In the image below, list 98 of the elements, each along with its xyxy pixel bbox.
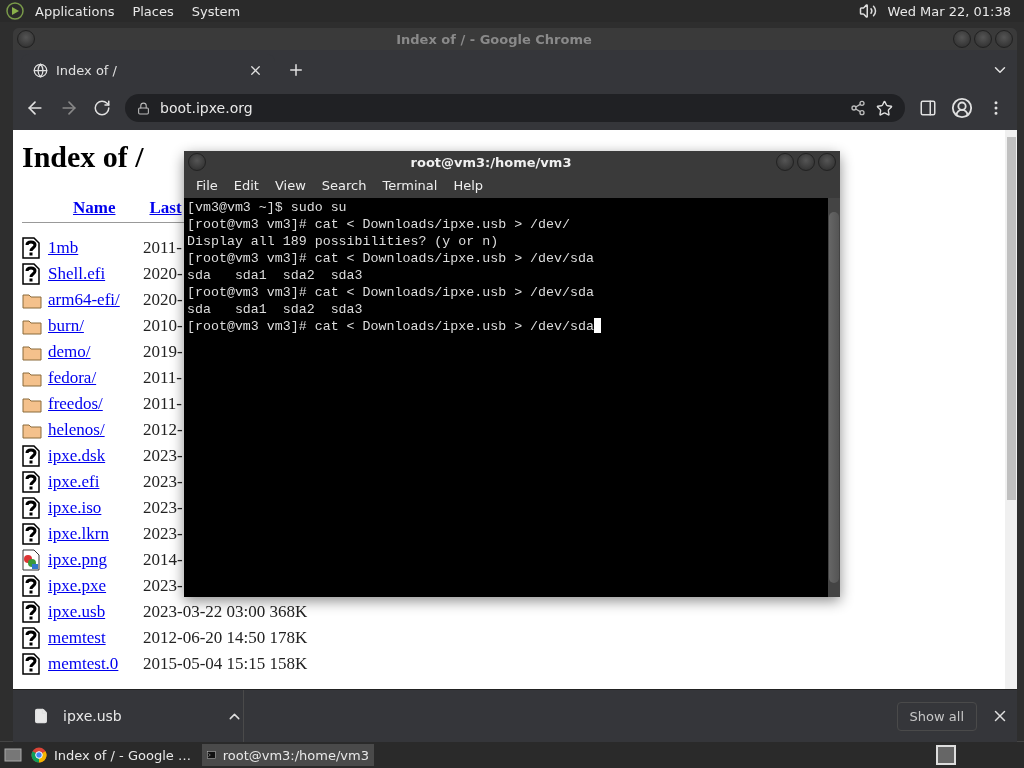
folder-icon	[22, 343, 42, 361]
window-title: root@vm3:/home/vm3	[409, 154, 573, 170]
unknown-file-icon	[22, 471, 40, 493]
terminal-menu[interactable]: Search	[315, 178, 373, 193]
folder-icon	[22, 369, 42, 387]
unknown-file-icon	[22, 237, 40, 259]
file-link[interactable]: helenos/	[48, 420, 105, 439]
file-details: 2019-	[143, 342, 183, 362]
panel-menu[interactable]: Places	[125, 3, 181, 19]
file-details: 2011-	[143, 394, 183, 414]
file-link[interactable]: ipxe.usb	[48, 602, 106, 621]
file-details: 2023-03-22 03:00 368K	[143, 602, 308, 622]
file-details: 2015-05-04 15:15 158K	[143, 654, 308, 674]
file-link[interactable]: ipxe.png	[48, 550, 108, 569]
file-details: 2020-	[143, 264, 183, 284]
file-details: 2014-	[143, 550, 183, 570]
lock-icon	[137, 101, 150, 115]
file-details: 2011-	[143, 238, 183, 258]
terminal-icon	[207, 748, 216, 762]
file-details: 2023-	[143, 524, 183, 544]
file-link[interactable]: memtest.0	[48, 654, 119, 673]
file-link[interactable]: 1mb	[48, 238, 79, 257]
file-link[interactable]: burn/	[48, 316, 84, 335]
terminal-line: [root@vm3 vm3]# cat < Downloads/ipxe.usb > /dev/sda	[187, 285, 594, 300]
star-icon[interactable]	[876, 99, 893, 117]
file-link[interactable]: memtest	[48, 628, 106, 647]
file-link[interactable]: demo/	[48, 342, 91, 361]
file-details: 2023-	[143, 472, 183, 492]
file-link[interactable]: freedos/	[48, 394, 103, 413]
new-tab-icon[interactable]	[287, 61, 305, 79]
globe-icon	[33, 62, 48, 78]
panel-menu[interactable]: System	[184, 3, 248, 19]
folder-icon	[22, 421, 42, 439]
unknown-file-icon	[22, 523, 40, 545]
file-icon	[33, 708, 49, 724]
image-file-icon	[22, 549, 40, 571]
file-link[interactable]: fedora/	[48, 368, 97, 387]
file-details: 2012-	[143, 420, 183, 440]
desktop-icon[interactable]	[4, 747, 22, 763]
share-icon[interactable]	[850, 100, 866, 116]
url-text: boot.ipxe.org	[160, 100, 254, 116]
side-panel-icon[interactable]	[919, 99, 937, 117]
reload-icon[interactable]	[93, 99, 111, 117]
file-details: 2023-	[143, 576, 183, 596]
file-details: 2020-	[143, 290, 183, 310]
file-link[interactable]: ipxe.iso	[48, 498, 102, 517]
show-all-button[interactable]: Show all	[896, 701, 977, 731]
file-details: 2010-	[143, 316, 183, 336]
terminal-menu[interactable]: File	[190, 178, 224, 193]
file-details: 2023-	[143, 446, 183, 466]
terminal-line: sda sda1 sda2 sda3	[187, 268, 363, 283]
clock[interactable]: Wed Mar 22, 01:38	[880, 3, 1018, 19]
unknown-file-icon	[22, 575, 40, 597]
workspace-icon[interactable]	[936, 745, 956, 765]
terminal-line: Display all 189 possibilities? (y or n)	[187, 234, 499, 249]
taskbar-item[interactable]: root@vm3:/home/vm3	[202, 744, 374, 766]
unknown-file-icon	[22, 627, 40, 649]
column-header-link[interactable]: Name	[73, 198, 116, 222]
volume-icon[interactable]	[858, 2, 877, 20]
unknown-file-icon	[22, 601, 40, 623]
file-details: 2011-	[143, 368, 183, 388]
file-link[interactable]: ipxe.pxe	[48, 576, 107, 595]
terminal-line: sda sda1 sda2 sda3	[187, 302, 363, 317]
file-link[interactable]: ipxe.dsk	[48, 446, 106, 465]
window-title: Index of / - Google Chrome	[395, 31, 593, 47]
download-file-name[interactable]: ipxe.usb	[63, 708, 212, 724]
terminal-line: [vm3@vm3 ~]$ sudo su	[187, 200, 347, 215]
file-link[interactable]: arm64-efi/	[48, 290, 120, 309]
file-link[interactable]: ipxe.lkrn	[48, 524, 109, 543]
folder-icon	[22, 317, 42, 335]
file-details: 2023-	[143, 498, 183, 518]
terminal-scrollbar[interactable]	[828, 198, 840, 597]
tab-title: Index of /	[56, 62, 118, 78]
unknown-file-icon	[22, 263, 40, 285]
terminal-menu[interactable]: Terminal	[376, 178, 444, 193]
terminal-line: [root@vm3 vm3]# cat < Downloads/ipxe.usb > /dev/sda	[187, 319, 594, 334]
page-scrollbar[interactable]	[1005, 130, 1017, 689]
unknown-file-icon	[22, 497, 40, 519]
taskbar-item[interactable]: Index of / - Google …	[26, 744, 198, 766]
terminal-line: [root@vm3 vm3]# cat < Downloads/ipxe.usb > /dev/sda	[187, 251, 594, 266]
file-link[interactable]: ipxe.efi	[48, 472, 100, 491]
unknown-file-icon	[22, 653, 40, 675]
profile-icon[interactable]	[951, 97, 973, 119]
folder-icon	[22, 395, 42, 413]
terminal-menu[interactable]: Help	[447, 178, 490, 193]
panel-menu[interactable]: Applications	[28, 3, 122, 19]
terminal-line: [root@vm3 vm3]# cat < Downloads/ipxe.usb > /dev/	[187, 217, 570, 232]
chrome-icon	[31, 747, 47, 763]
terminal-menu[interactable]: View	[268, 178, 312, 193]
file-details: 2012-06-20 14:50 178K	[143, 628, 308, 648]
column-header-link[interactable]: Last	[149, 198, 182, 222]
unknown-file-icon	[22, 445, 40, 467]
terminal-menu[interactable]: Edit	[227, 178, 265, 193]
file-link[interactable]: Shell.efi	[48, 264, 106, 283]
page-heading: Index of /	[22, 140, 144, 174]
folder-icon	[22, 291, 42, 309]
text-cursor	[593, 318, 601, 333]
address-bar[interactable]: boot.ipxe.org	[125, 94, 905, 122]
